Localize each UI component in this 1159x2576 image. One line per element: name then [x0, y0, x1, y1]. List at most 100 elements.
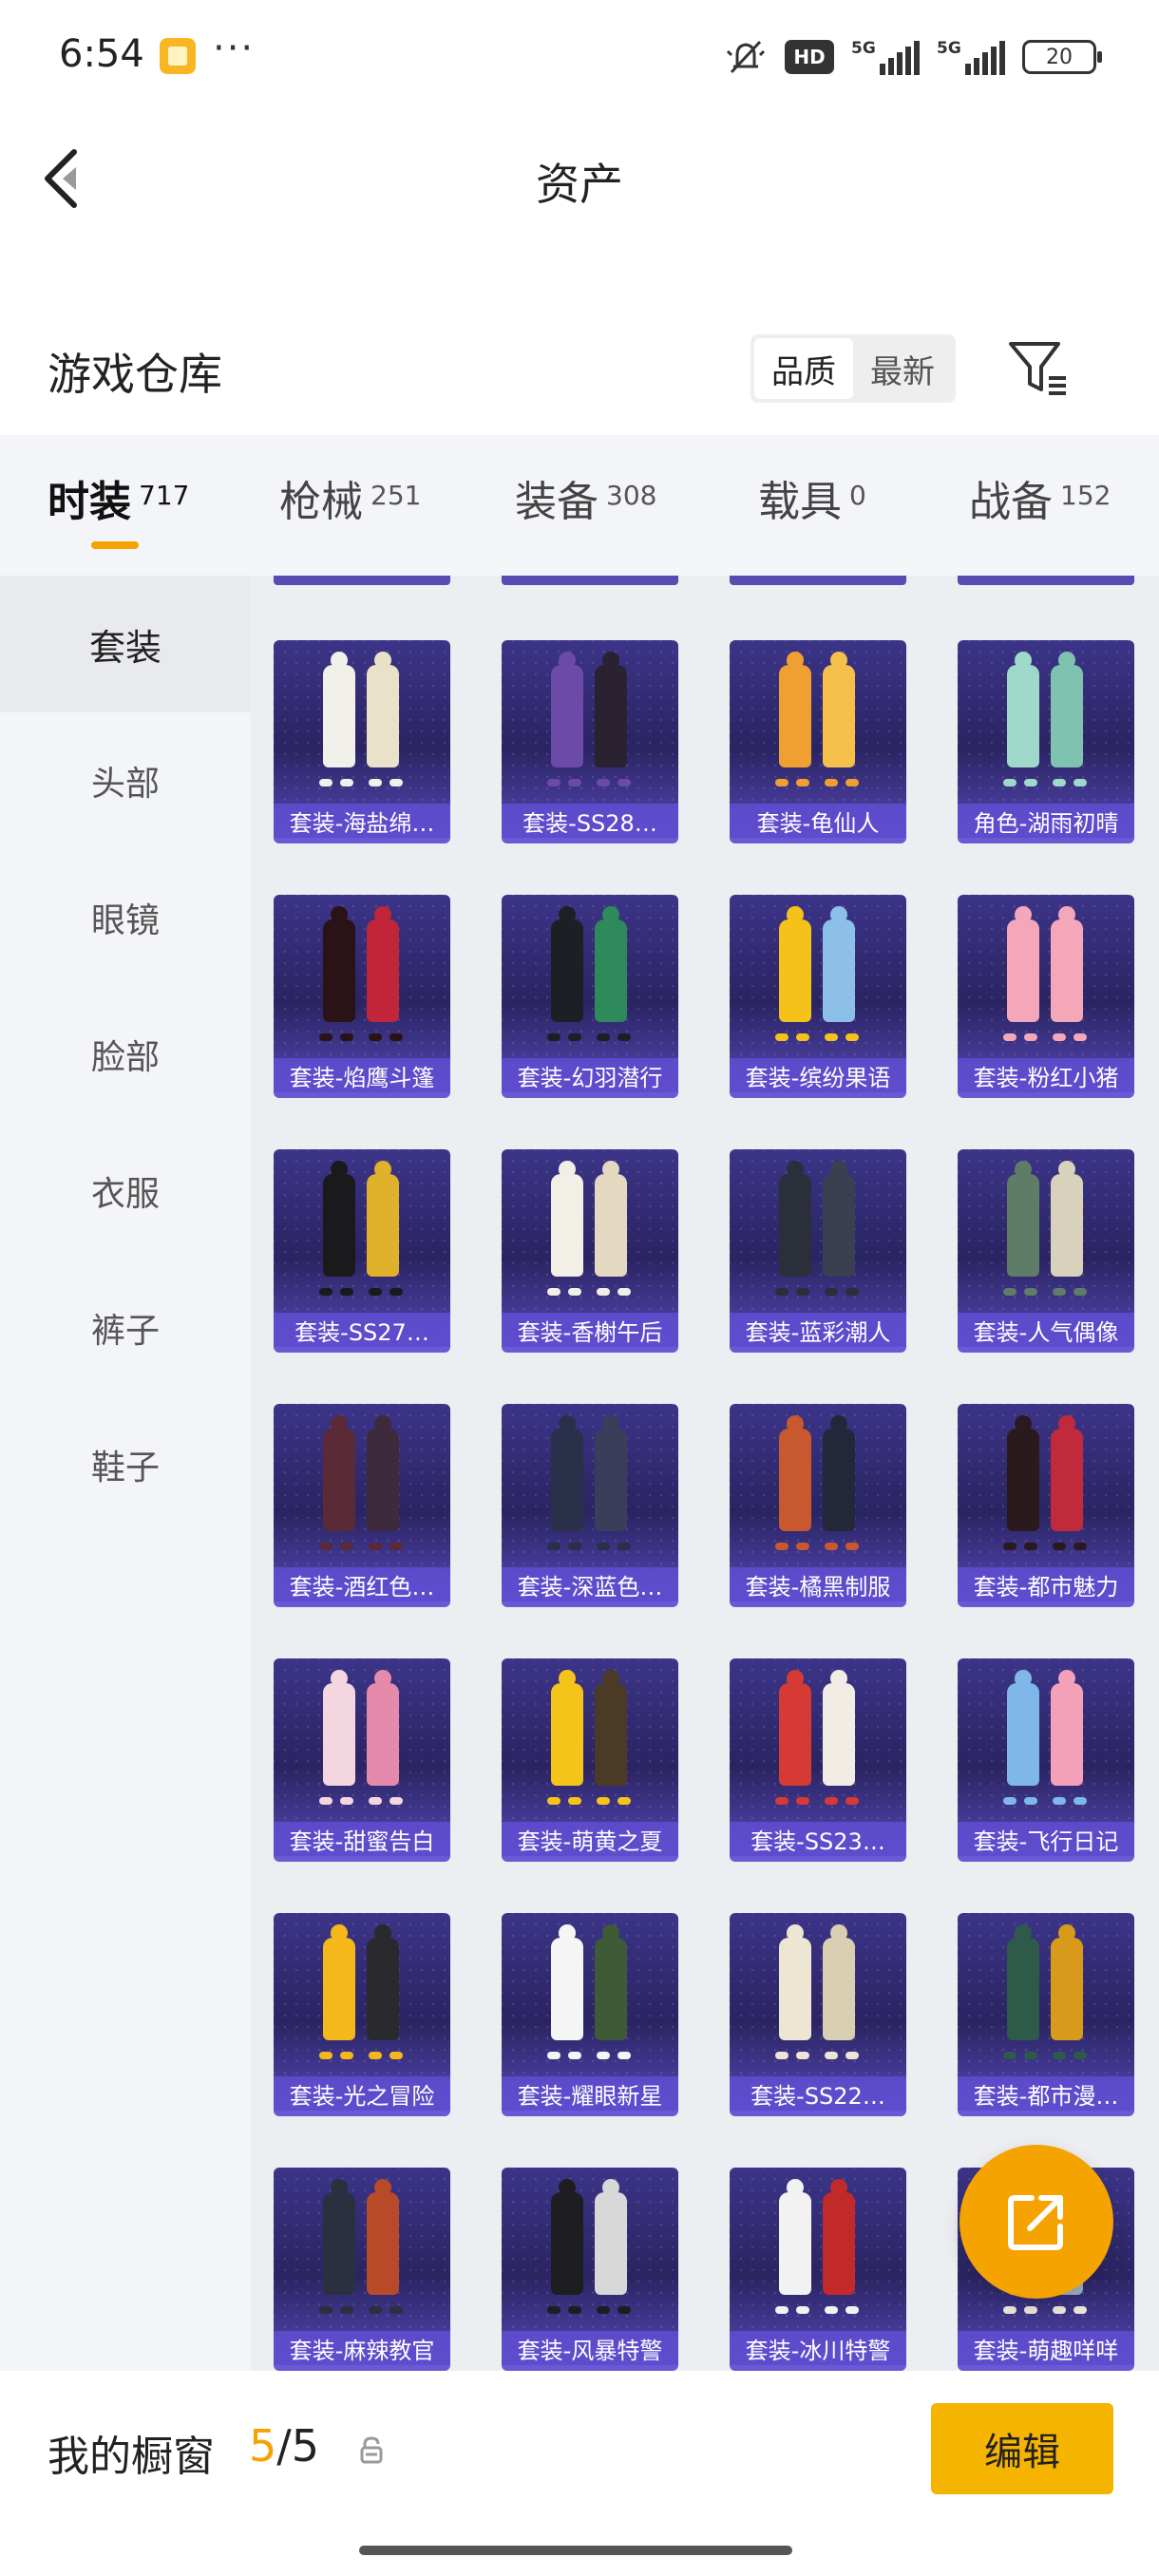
- outfit-card[interactable]: 套装-都市魅力: [958, 1404, 1134, 1607]
- outfit-figure: [823, 1415, 855, 1531]
- sidebar-item-suits[interactable]: 套装: [0, 576, 251, 712]
- partial-card: [274, 576, 450, 585]
- outfit-card[interactable]: 套装-SS23…: [730, 1658, 906, 1862]
- outfit-card[interactable]: 套装-光之冒险: [274, 1913, 450, 2116]
- tab-guns[interactable]: 枪械 251: [279, 467, 421, 528]
- sort-quality-button[interactable]: 品质: [754, 338, 853, 399]
- outfit-shoe: [618, 2306, 631, 2314]
- tab-count: 0: [849, 480, 866, 511]
- outfit-card[interactable]: 套装-萌黄之夏: [502, 1658, 678, 1862]
- outfit-image: [758, 652, 878, 800]
- outfit-card[interactable]: 套装-甜蜜告白: [274, 1658, 450, 1862]
- sidebar-item-glasses[interactable]: 眼镜: [0, 849, 251, 986]
- outfit-image: [302, 1924, 422, 2073]
- outfit-card[interactable]: 套装-蓝彩潮人: [730, 1149, 906, 1353]
- notes-app-icon: [160, 38, 196, 74]
- outfit-figure: [323, 1161, 355, 1277]
- outfit-shoe: [319, 2052, 332, 2059]
- outfit-card[interactable]: 套装-海盐绵…: [274, 640, 450, 843]
- outfit-figure: [595, 1161, 627, 1277]
- outfit-shoe: [846, 1543, 859, 1550]
- outfit-shoe: [369, 779, 382, 786]
- outfit-card[interactable]: 套装-冰川特警: [730, 2168, 906, 2371]
- outfit-shoe: [825, 2052, 838, 2059]
- outfit-shoe: [775, 1797, 788, 1805]
- outfit-card[interactable]: 角色-湖雨初晴: [958, 640, 1134, 843]
- outfit-shoe: [597, 1543, 610, 1550]
- outfit-shoe: [547, 2306, 560, 2314]
- sidebar-item-pants[interactable]: 裤子: [0, 1260, 251, 1396]
- edit-button[interactable]: 编辑: [931, 2403, 1113, 2494]
- filter-button[interactable]: [1005, 334, 1072, 401]
- outfit-card-label: 套装-耀眼新星: [502, 2076, 678, 2111]
- outfit-card[interactable]: 套装-麻辣教官: [274, 2168, 450, 2371]
- outfit-shoe: [1053, 1543, 1066, 1550]
- outfit-image: [302, 2179, 422, 2327]
- outfit-shoe: [597, 2306, 610, 2314]
- outfit-image: [758, 1670, 878, 1818]
- sidebar-item-shoes[interactable]: 鞋子: [0, 1396, 251, 1533]
- outfit-figure: [1007, 1670, 1039, 1786]
- outfit-shoe: [319, 1797, 332, 1805]
- outfit-figure: [551, 1415, 583, 1531]
- outfit-image: [530, 906, 650, 1054]
- status-time: 6:54: [59, 32, 144, 76]
- outfit-figure: [779, 652, 811, 767]
- outfit-figure: [367, 1670, 399, 1786]
- showcase-count: 5 / 5: [249, 2420, 319, 2472]
- sidebar-item-face[interactable]: 脸部: [0, 986, 251, 1123]
- outfit-shoe: [1024, 2306, 1037, 2314]
- tab-count: 152: [1060, 480, 1112, 511]
- outfit-figure: [1007, 906, 1039, 1022]
- outfit-card[interactable]: 套装-飞行日记: [958, 1658, 1134, 1862]
- home-indicator[interactable]: [359, 2546, 792, 2555]
- partial-card: [502, 576, 678, 585]
- outfit-card[interactable]: 套装-风暴特警: [502, 2168, 678, 2371]
- outfit-figure: [323, 1924, 355, 2040]
- tab-vehicles[interactable]: 载具 0: [758, 467, 866, 528]
- outfit-card[interactable]: 套装-人气偶像: [958, 1149, 1134, 1353]
- outfit-figure: [1007, 1415, 1039, 1531]
- outfit-card-label: 套装-人气偶像: [958, 1313, 1134, 1347]
- sort-newest-button[interactable]: 最新: [853, 338, 952, 399]
- tab-equipment[interactable]: 装备 308: [515, 467, 656, 528]
- outfit-shoe: [340, 779, 353, 786]
- outfit-card[interactable]: 套装-龟仙人: [730, 640, 906, 843]
- share-button[interactable]: [960, 2145, 1113, 2299]
- outfit-shoe: [825, 779, 838, 786]
- tab-gear[interactable]: 战备 152: [969, 467, 1111, 528]
- outfit-card[interactable]: 套装-耀眼新星: [502, 1913, 678, 2116]
- outfit-card[interactable]: 套装-SS27…: [274, 1149, 450, 1353]
- outfit-figure: [323, 906, 355, 1022]
- outfit-card[interactable]: 套装-香榭午后: [502, 1149, 678, 1353]
- outfit-figure: [1051, 652, 1083, 767]
- outfit-card[interactable]: 套装-SS22…: [730, 1913, 906, 2116]
- sidebar-item-clothes[interactable]: 衣服: [0, 1123, 251, 1260]
- outfit-image: [758, 1161, 878, 1309]
- sidebar-item-head[interactable]: 头部: [0, 712, 251, 849]
- outfit-card[interactable]: 套装-深蓝色…: [502, 1404, 678, 1607]
- outfit-shoe: [618, 1033, 631, 1041]
- outfit-figure: [367, 906, 399, 1022]
- outfit-image: [302, 906, 422, 1054]
- showcase-label: 我的橱窗: [48, 2433, 215, 2481]
- outfit-figure: [551, 1670, 583, 1786]
- outfit-shoe: [825, 2306, 838, 2314]
- tab-fashion[interactable]: 时装 717: [48, 467, 189, 528]
- tab-label: 装备: [515, 478, 598, 526]
- outfit-card[interactable]: 套装-酒红色…: [274, 1404, 450, 1607]
- outfit-shoe: [796, 1543, 809, 1550]
- outfit-card[interactable]: 套装-都市漫…: [958, 1913, 1134, 2116]
- outfit-card-label: 角色-湖雨初晴: [958, 804, 1134, 838]
- outfit-card[interactable]: 套装-缤纷果语: [730, 895, 906, 1098]
- outfit-card[interactable]: 套装-橘黑制服: [730, 1404, 906, 1607]
- outfit-shoe: [369, 1543, 382, 1550]
- outfit-card[interactable]: 套装-SS28…: [502, 640, 678, 843]
- outfit-image: [758, 906, 878, 1054]
- outfit-shoe: [846, 1033, 859, 1041]
- outfit-figure: [595, 1415, 627, 1531]
- outfit-card[interactable]: 套装-焰鹰斗篷: [274, 895, 450, 1098]
- outfit-card[interactable]: 套装-粉红小猪: [958, 895, 1134, 1098]
- outfit-figure: [1007, 1924, 1039, 2040]
- outfit-card[interactable]: 套装-幻羽潜行: [502, 895, 678, 1098]
